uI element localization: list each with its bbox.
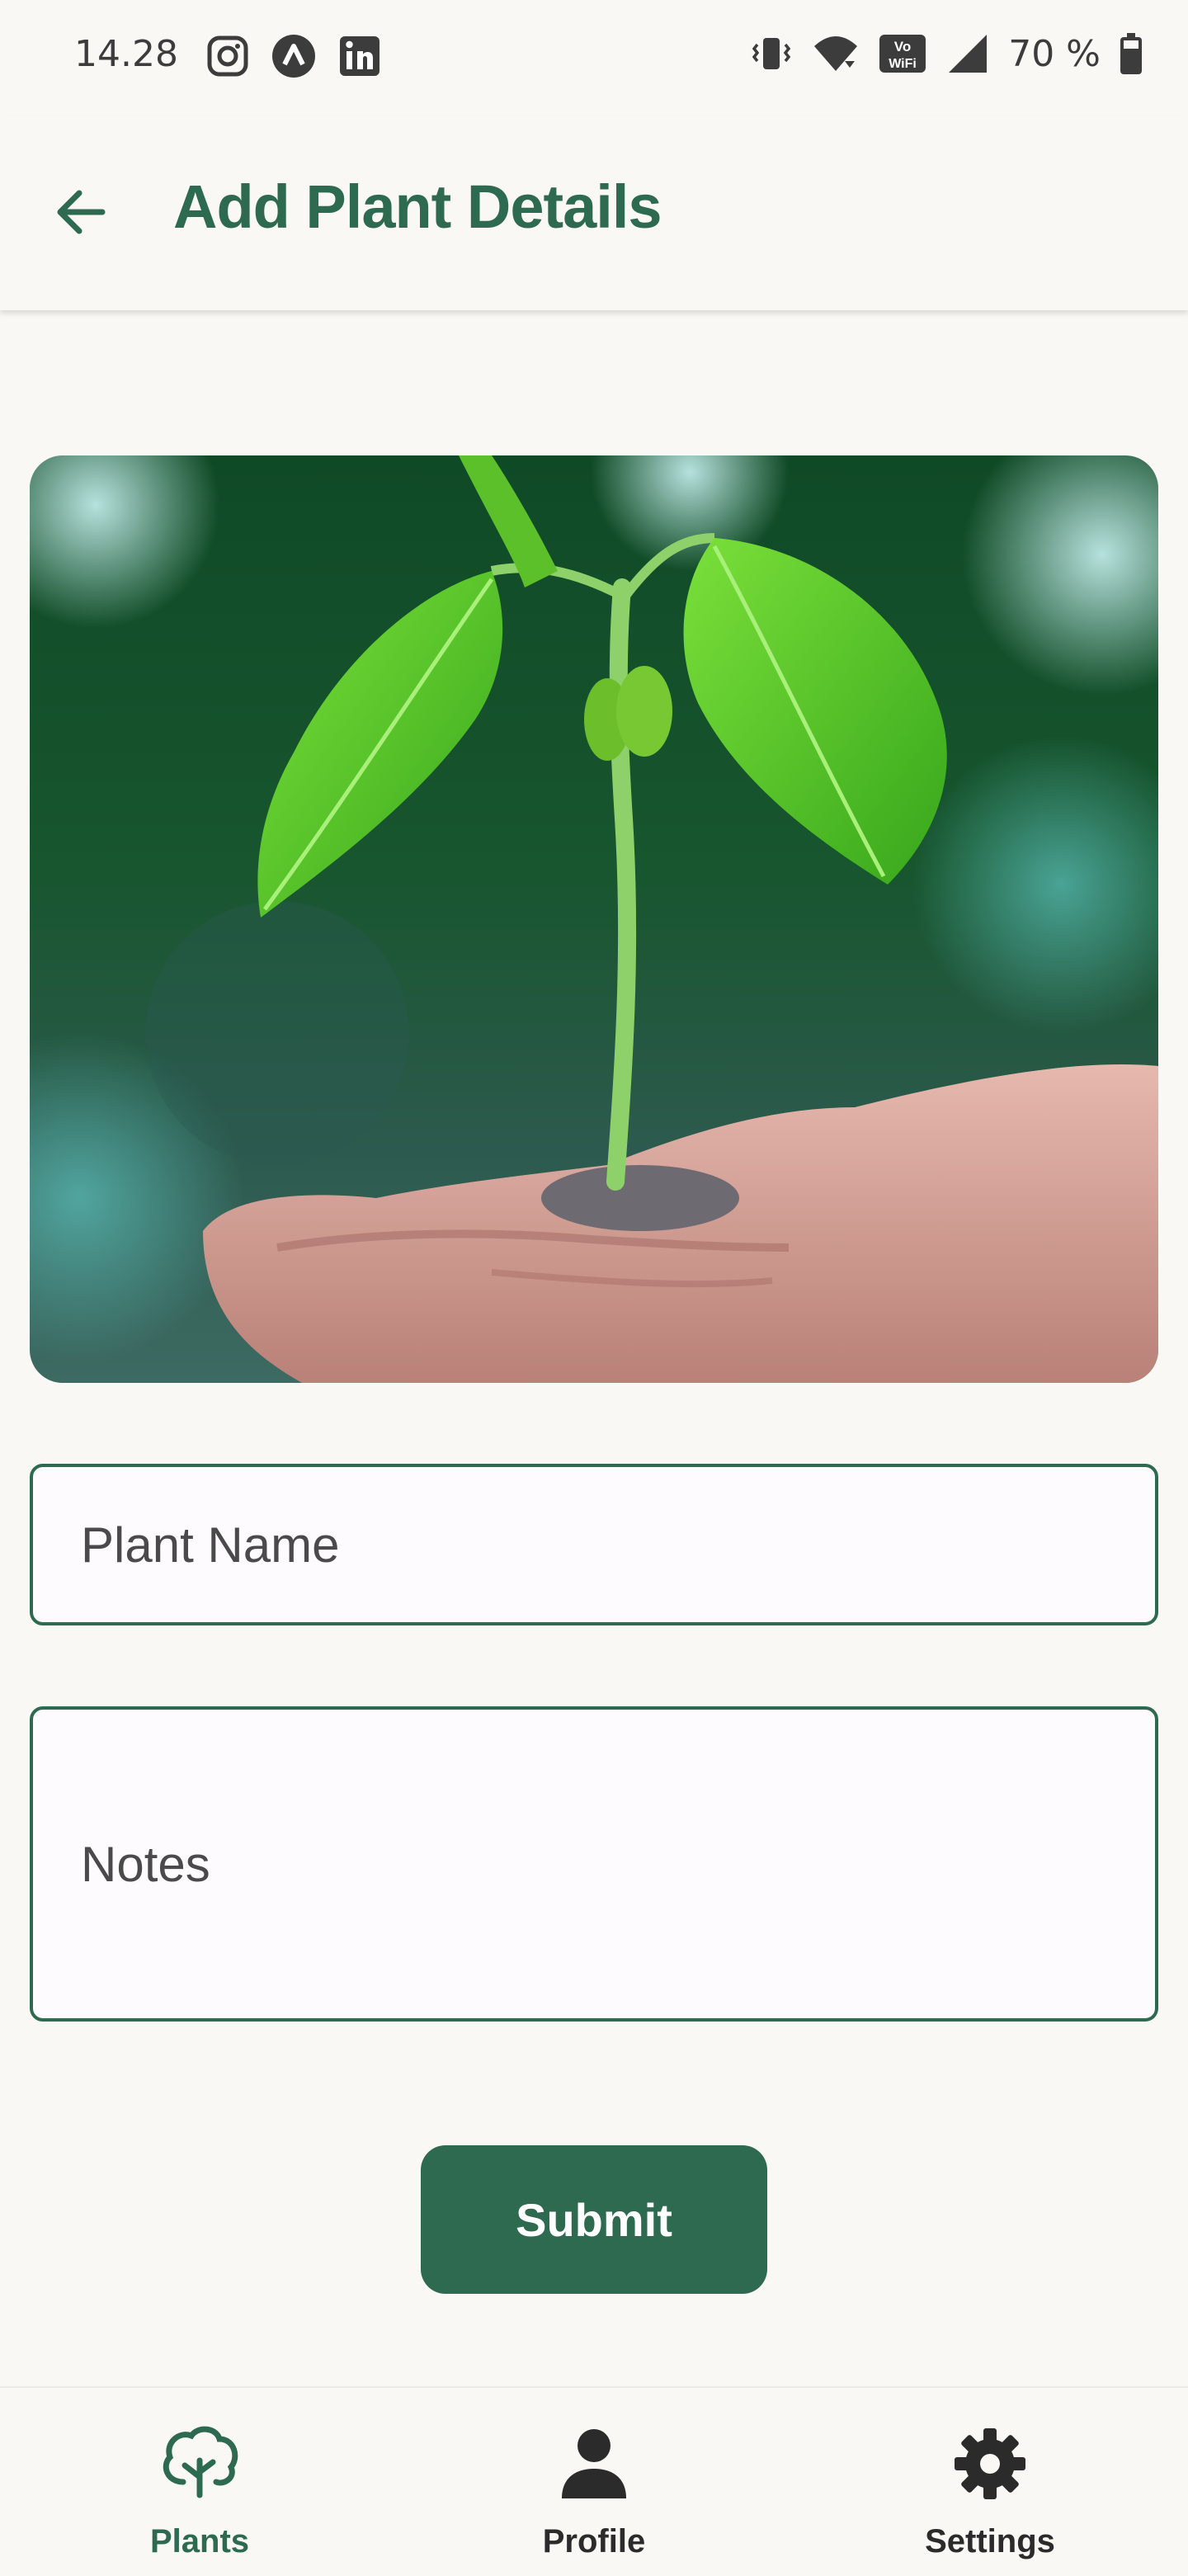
app-a-icon: [271, 33, 317, 79]
plant-photo[interactable]: [30, 455, 1158, 1383]
battery-icon: [1119, 31, 1143, 76]
person-icon: [557, 2424, 631, 2508]
nav-item-plants[interactable]: Plants: [76, 2388, 323, 2576]
nav-label-plants: Plants: [149, 2523, 250, 2559]
wifi-icon: [812, 31, 860, 76]
notes-placeholder: Notes: [81, 1836, 210, 1892]
svg-text:WiFi: WiFi: [889, 57, 917, 71]
nav-label-settings: Settings: [925, 2523, 1055, 2559]
back-button[interactable]: [43, 177, 117, 251]
battery-percentage: 70 %: [1008, 32, 1101, 75]
tree-icon: [158, 2424, 241, 2508]
app-bar: Add Plant Details: [0, 116, 1188, 310]
arrow-left-icon: [51, 183, 109, 245]
status-bar: 14.28 Vo WiFi 70 %: [0, 0, 1188, 116]
svg-text:Vo: Vo: [894, 39, 911, 54]
notification-icons: [205, 33, 383, 79]
system-status-icons: Vo WiFi 70 %: [749, 31, 1143, 76]
notes-input[interactable]: Notes: [30, 1706, 1158, 2022]
linkedin-icon: [337, 33, 383, 79]
nav-item-profile[interactable]: Profile: [470, 2388, 718, 2576]
bottom-navigation: Plants Profile Settings: [0, 2386, 1188, 2574]
vowifi-icon: Vo WiFi: [878, 31, 927, 76]
plant-name-input[interactable]: Plant Name: [30, 1464, 1158, 1625]
nav-item-settings[interactable]: Settings: [866, 2388, 1114, 2576]
nav-label-profile: Profile: [542, 2523, 646, 2559]
page-title: Add Plant Details: [173, 172, 662, 241]
status-time: 14.28: [74, 33, 178, 75]
signal-icon: [945, 31, 990, 76]
submit-button[interactable]: Submit: [421, 2145, 767, 2294]
vibrate-icon: [749, 31, 794, 76]
gear-icon: [953, 2424, 1027, 2508]
instagram-icon: [205, 33, 251, 79]
plant-name-placeholder: Plant Name: [81, 1517, 340, 1573]
